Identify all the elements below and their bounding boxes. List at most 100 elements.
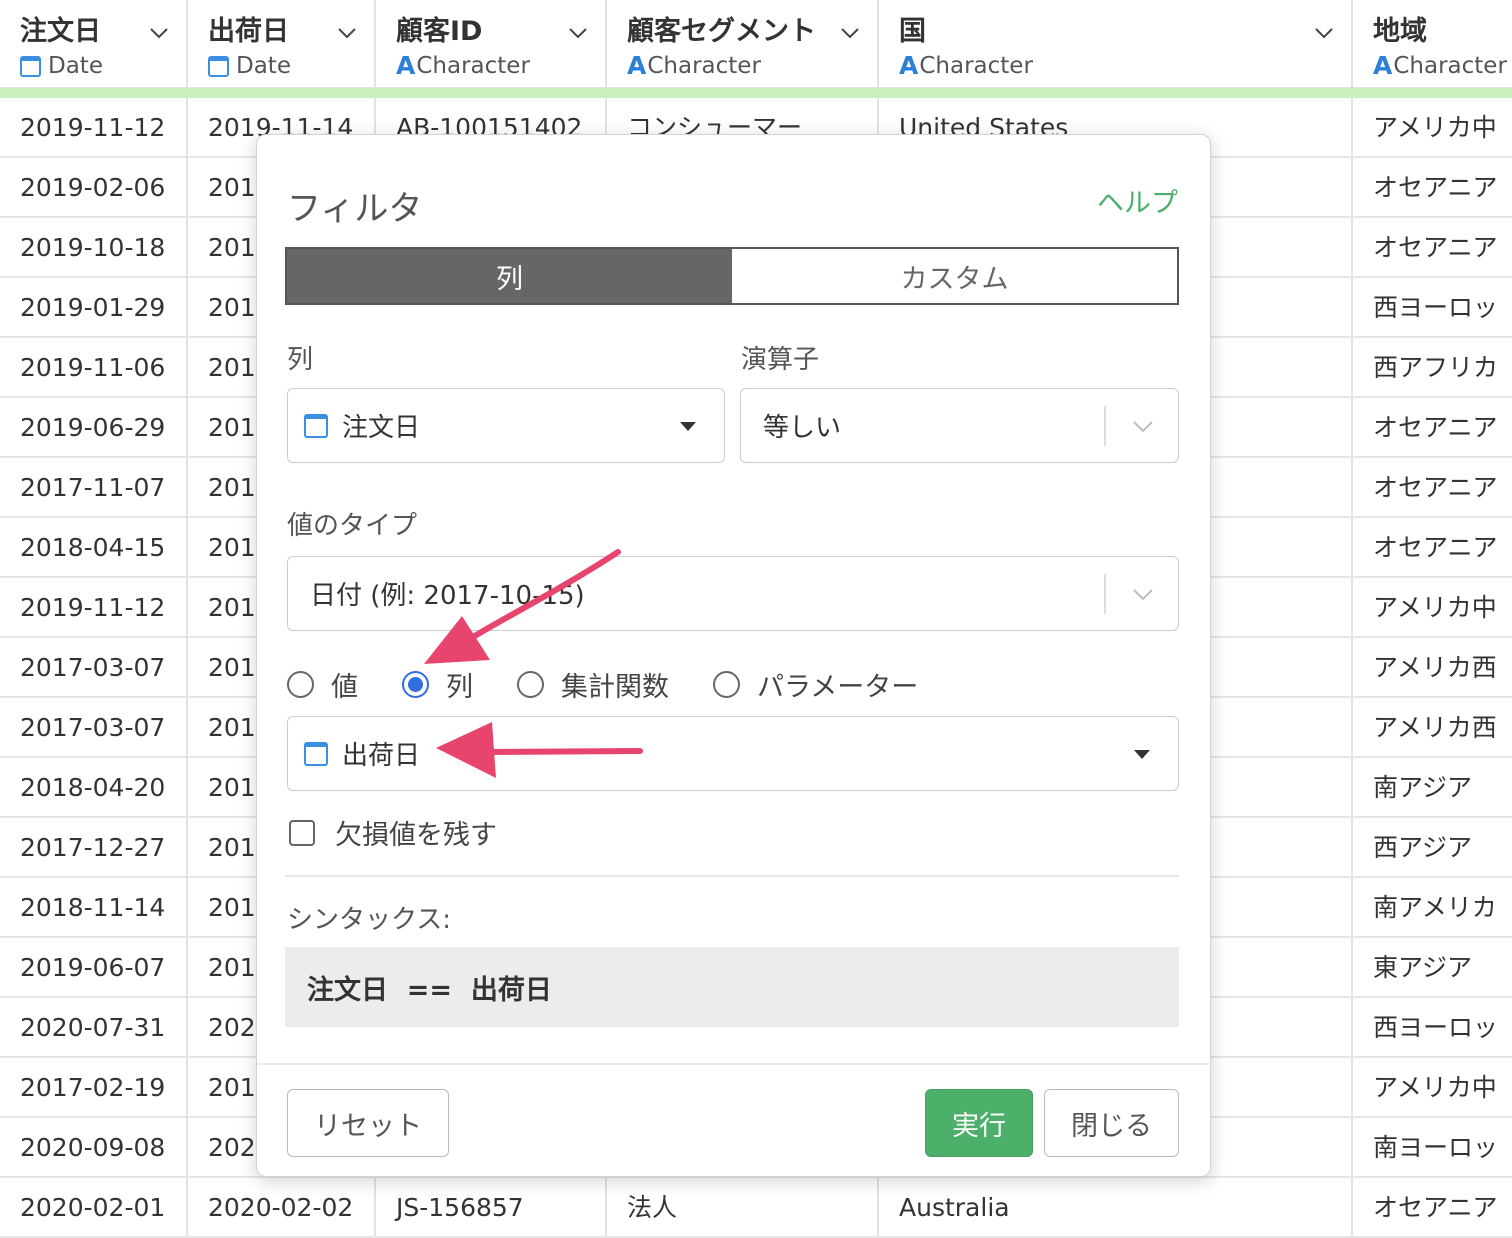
table-cell[interactable]: アメリカ西 xyxy=(1353,638,1512,698)
target-column-select[interactable]: 出荷日 xyxy=(287,716,1179,791)
radio-circle[interactable] xyxy=(713,671,740,698)
character-icon: A xyxy=(899,51,919,80)
caret-down-icon xyxy=(1134,750,1150,759)
column-type: Character xyxy=(1393,53,1507,79)
table-cell[interactable]: 東アジア xyxy=(1353,938,1512,998)
table-cell[interactable]: 2017-03-07 xyxy=(0,638,188,698)
table-cell[interactable]: 西アジア xyxy=(1353,818,1512,878)
table-cell[interactable]: 2017-02-19 xyxy=(0,1058,188,1118)
table-cell[interactable]: 南アジア xyxy=(1353,758,1512,818)
table-cell[interactable]: オセアニア xyxy=(1353,218,1512,278)
chevron-down-icon[interactable] xyxy=(1313,22,1335,44)
table-cell[interactable]: 2019-11-06 xyxy=(0,338,188,398)
syntax-label: シンタックス: xyxy=(287,905,451,935)
operator-label: 演算子 xyxy=(741,345,820,375)
column-title: 顧客セグメント xyxy=(627,16,816,47)
reset-button[interactable]: リセット xyxy=(287,1089,449,1157)
select-separator xyxy=(1104,574,1106,614)
column-header[interactable]: 出荷日 Date xyxy=(188,0,374,88)
keep-missing-checkbox-row[interactable]: 欠損値を残す xyxy=(289,813,497,852)
column-header[interactable]: 注文日 Date xyxy=(0,0,186,88)
table-cell[interactable]: オセアニア xyxy=(1353,518,1512,578)
radio-parameter[interactable]: パラメーター xyxy=(713,665,918,704)
column-type: Character xyxy=(416,53,530,79)
tab-custom[interactable]: カスタム xyxy=(732,249,1177,303)
radio-column[interactable]: 列 xyxy=(402,665,473,704)
column-select[interactable]: 注文日 xyxy=(287,388,725,463)
value-type-select-value: 日付 (例: 2017-10-15) xyxy=(310,581,585,611)
table-cell[interactable]: 2019-06-29 xyxy=(0,398,188,458)
filter-dialog: フィルタ ヘルプ 列 カスタム 列 演算子 注文日 等しい 値のタイプ 日付 (… xyxy=(256,134,1211,1177)
column-type: Character xyxy=(919,53,1033,79)
radio-circle[interactable] xyxy=(287,671,314,698)
table-cell[interactable]: 2019-01-29 xyxy=(0,278,188,338)
table-cell[interactable]: アメリカ西 xyxy=(1353,698,1512,758)
table-cell[interactable]: 2019-11-12 xyxy=(0,98,188,158)
calendar-icon xyxy=(304,413,328,438)
table-cell[interactable]: 2017-03-07 xyxy=(0,698,188,758)
chevron-down-icon[interactable] xyxy=(839,22,861,44)
table-cell[interactable]: アメリカ中 xyxy=(1353,578,1512,638)
divider xyxy=(285,875,1179,877)
table-cell[interactable]: 法人 xyxy=(607,1178,879,1238)
radio-value[interactable]: 値 xyxy=(287,665,358,704)
table-cell[interactable]: 西アフリカ xyxy=(1353,338,1512,398)
table-cell[interactable]: 2020-09-08 xyxy=(0,1118,188,1178)
table-cell[interactable]: 2017-11-07 xyxy=(0,458,188,518)
chevron-down-icon xyxy=(1133,421,1153,433)
table-cell[interactable]: 西ヨーロッ xyxy=(1353,278,1512,338)
table-cell[interactable]: オセアニア xyxy=(1353,458,1512,518)
table-cell[interactable]: 2018-04-15 xyxy=(0,518,188,578)
table-cell[interactable]: アメリカ中 xyxy=(1353,1058,1512,1118)
table-cell[interactable]: 2019-10-18 xyxy=(0,218,188,278)
table-cell[interactable]: 南ヨーロッ xyxy=(1353,1118,1512,1178)
chevron-down-icon[interactable] xyxy=(336,22,358,44)
header-quality-bar xyxy=(0,88,1512,98)
table-cell[interactable]: 2019-02-06 xyxy=(0,158,188,218)
table-cell[interactable]: 2020-02-01 xyxy=(0,1178,188,1238)
column-header[interactable]: 地域 A Character xyxy=(1353,0,1512,88)
radio-aggregate[interactable]: 集計関数 xyxy=(517,665,669,704)
table-cell[interactable]: 2018-11-14 xyxy=(0,878,188,938)
character-icon: A xyxy=(396,51,416,80)
operator-select[interactable]: 等しい xyxy=(740,388,1179,463)
radio-circle[interactable] xyxy=(517,671,544,698)
help-link[interactable]: ヘルプ xyxy=(1097,181,1178,220)
table-cell[interactable]: アメリカ中 xyxy=(1353,98,1512,158)
table-cell[interactable]: 2020-07-31 xyxy=(0,998,188,1058)
table-cell[interactable]: オセアニア xyxy=(1353,158,1512,218)
column-title: 国 xyxy=(899,16,926,47)
run-button[interactable]: 実行 xyxy=(925,1089,1033,1157)
target-column-value: 出荷日 xyxy=(342,741,421,771)
table-cell[interactable]: 2019-06-07 xyxy=(0,938,188,998)
table-cell[interactable]: 2019-11-12 xyxy=(0,578,188,638)
table-cell[interactable]: 南アメリカ xyxy=(1353,878,1512,938)
table-cell[interactable]: JS-156857 xyxy=(376,1178,607,1238)
column-header[interactable]: 国 A Character xyxy=(879,0,1351,88)
table-cell[interactable]: 2020-02-02 xyxy=(188,1178,376,1238)
dialog-title: フィルタ xyxy=(287,189,423,229)
close-button[interactable]: 閉じる xyxy=(1044,1089,1179,1157)
table-row: 2020-02-01 2020-02-02 JS-156857 法人 Australia… xyxy=(0,1178,1512,1238)
chevron-down-icon[interactable] xyxy=(567,22,589,44)
value-type-label: 値のタイプ xyxy=(287,511,418,541)
radio-circle-selected[interactable] xyxy=(402,671,429,698)
table-cell[interactable]: Australia xyxy=(879,1178,1353,1238)
table-cell[interactable]: 2018-04-20 xyxy=(0,758,188,818)
column-select-value: 注文日 xyxy=(342,413,421,443)
table-cell[interactable]: 西ヨーロッ xyxy=(1353,998,1512,1058)
table-cell[interactable]: オセアニア xyxy=(1353,1178,1512,1238)
table-cell[interactable]: 2017-12-27 xyxy=(0,818,188,878)
keep-missing-checkbox[interactable] xyxy=(289,819,315,846)
column-title: 顧客ID xyxy=(396,16,483,47)
table-cell[interactable]: オセアニア xyxy=(1353,398,1512,458)
tab-column[interactable]: 列 xyxy=(287,249,732,303)
column-title: 地域 xyxy=(1373,16,1427,47)
column-header[interactable]: 顧客セグメント A Character xyxy=(607,0,877,88)
syntax-preview: 注文日 == 出荷日 xyxy=(285,947,1179,1027)
column-header[interactable]: 顧客ID A Character xyxy=(376,0,605,88)
calendar-icon xyxy=(208,55,229,77)
chevron-down-icon[interactable] xyxy=(148,22,170,44)
value-type-select[interactable]: 日付 (例: 2017-10-15) xyxy=(287,556,1179,631)
chevron-down-icon xyxy=(1133,589,1153,601)
